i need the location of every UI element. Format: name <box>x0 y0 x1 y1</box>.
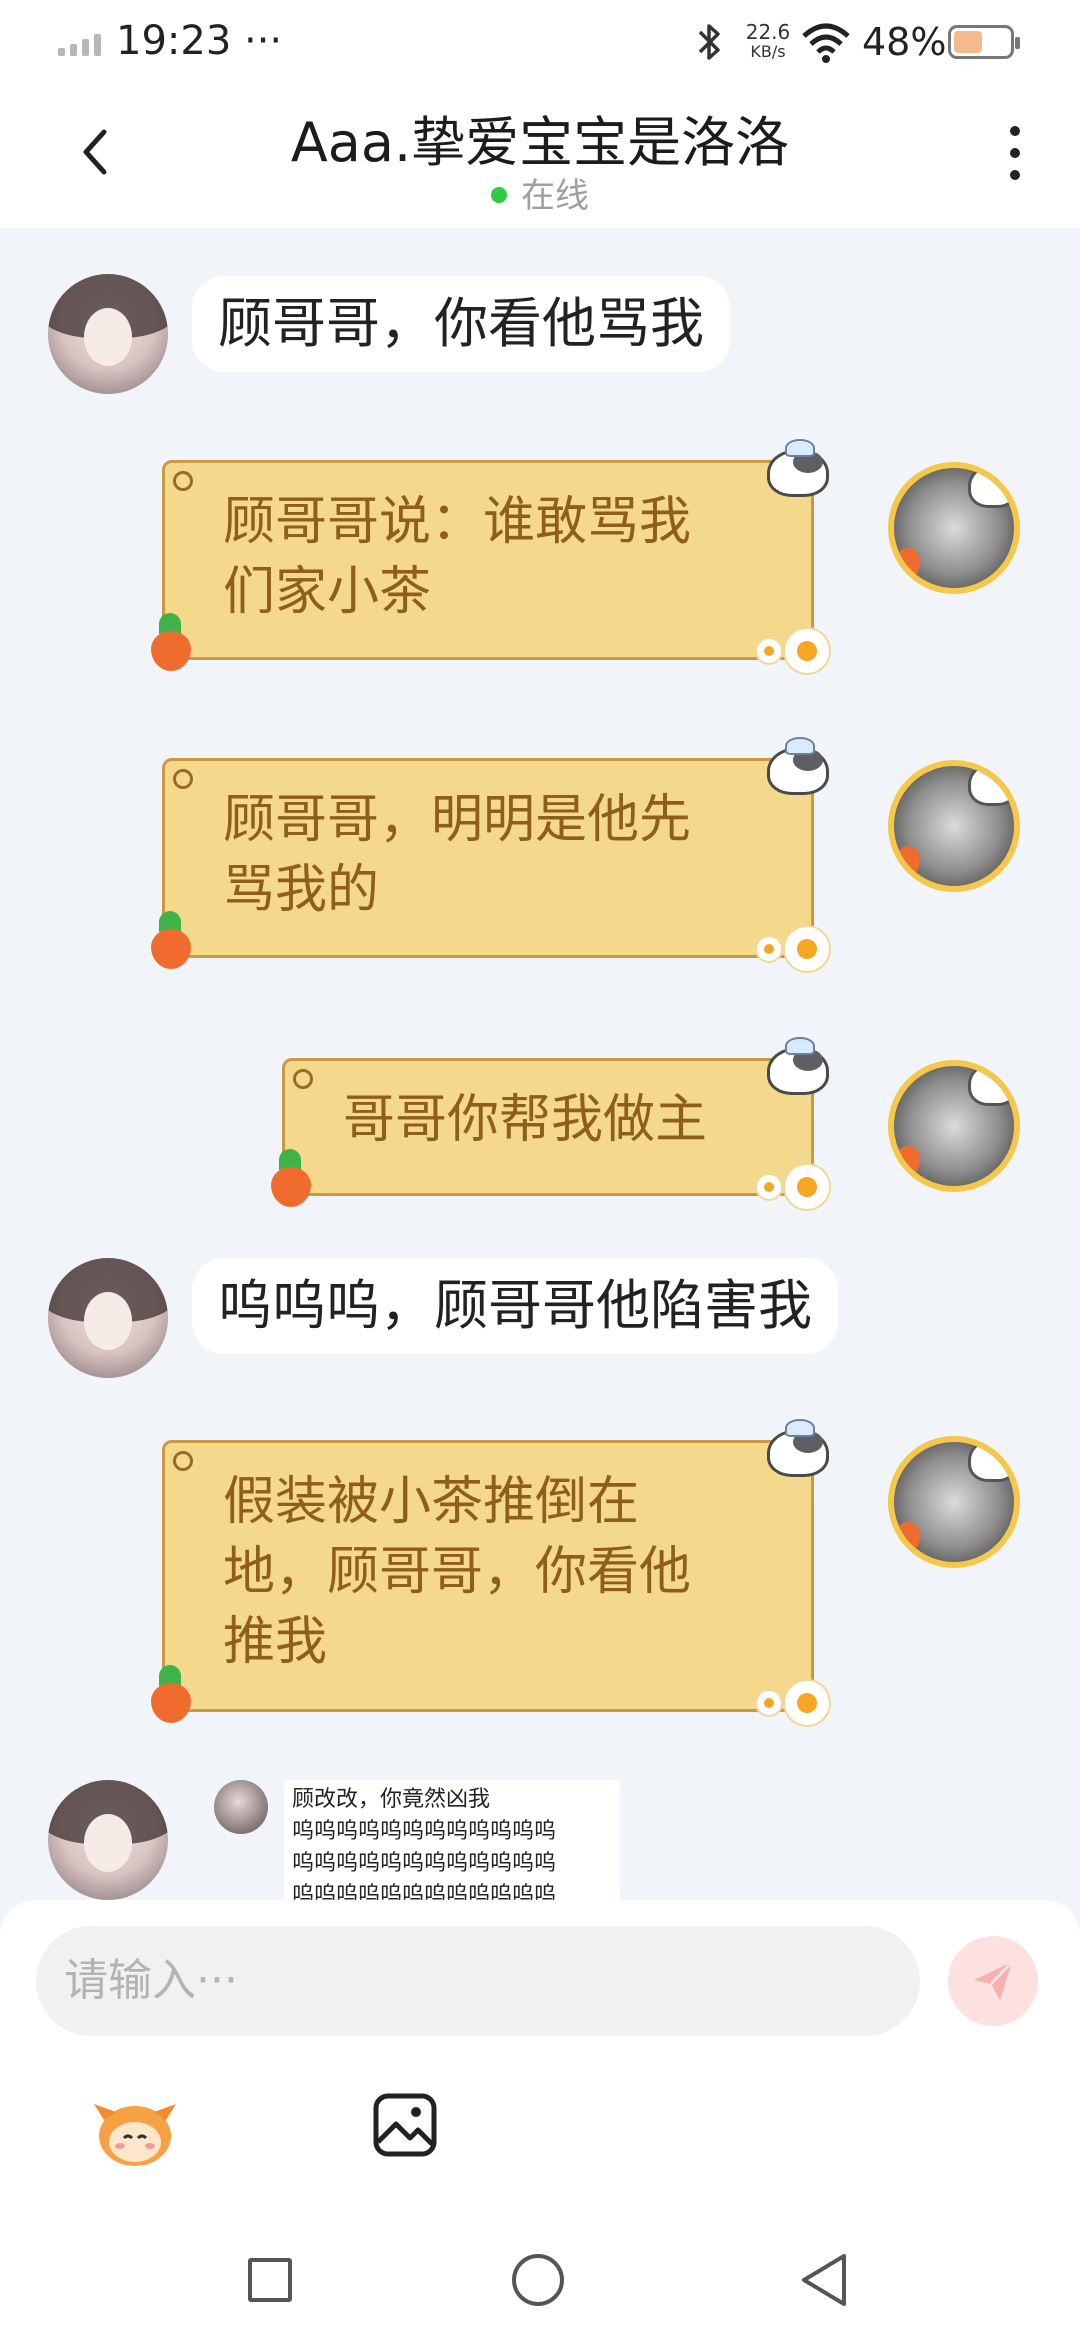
carrot-sticker-icon <box>149 613 193 671</box>
square-icon[interactable] <box>248 2258 292 2302</box>
signal-icon <box>58 28 101 56</box>
wifi-icon <box>800 22 852 68</box>
message-bubble[interactable]: 哥哥你帮我做主 <box>271 1037 829 1209</box>
message-bubble[interactable]: 顾哥哥，明明是他先 骂我的 <box>151 737 829 971</box>
egg-sticker-icon <box>785 1165 829 1209</box>
cat-sticker-icon <box>763 1037 833 1097</box>
message-bubble[interactable]: 呜呜呜，顾哥哥他陷害我 <box>192 1258 838 1354</box>
image-content: 顾改改，你竟然凶我 呜呜呜呜呜呜呜呜呜呜呜呜 呜呜呜呜呜呜呜呜呜呜呜呜 呜呜呜呜… <box>284 1780 620 1908</box>
avatar-self[interactable] <box>888 760 1020 892</box>
message-bubble[interactable]: 假装被小茶推倒在 地，顾哥哥，你看他 推我 <box>151 1419 829 1725</box>
avatar-contact[interactable] <box>48 1258 168 1378</box>
avatar-self[interactable] <box>888 1060 1020 1192</box>
online-status: 在线 <box>0 168 1080 217</box>
more-vertical-icon <box>1010 126 1020 136</box>
more-button[interactable] <box>1000 126 1030 192</box>
egg-sticker-icon <box>785 1681 829 1725</box>
carrot-sticker-icon <box>269 1149 313 1207</box>
carrot-sticker-icon <box>149 911 193 969</box>
avatar-contact[interactable] <box>48 274 168 394</box>
cat-sticker-icon <box>763 439 833 499</box>
avatar-self[interactable] <box>888 1436 1020 1568</box>
image-message[interactable]: 顾改改，你竟然凶我 呜呜呜呜呜呜呜呜呜呜呜呜 呜呜呜呜呜呜呜呜呜呜呜呜 呜呜呜呜… <box>214 1780 620 1908</box>
avatar-self[interactable] <box>888 462 1020 594</box>
sticker-face-icon <box>94 2104 176 2166</box>
carrot-sticker-icon <box>149 1665 193 1723</box>
cat-sticker-icon <box>763 1419 833 1479</box>
paper-plane-icon <box>974 1960 1014 2000</box>
circle-icon[interactable] <box>512 2254 564 2306</box>
avatar-contact[interactable] <box>48 1780 168 1900</box>
message-bubble[interactable]: 顾哥哥说：谁敢骂我 们家小茶 <box>151 439 829 673</box>
image-avatar <box>214 1780 268 1834</box>
egg-sticker-icon <box>785 927 829 971</box>
cat-sticker-icon <box>763 737 833 797</box>
online-dot-icon <box>491 187 507 203</box>
message-bubble[interactable]: 顾哥哥，你看他骂我 <box>192 276 730 372</box>
sticker-button[interactable] <box>90 2090 180 2170</box>
pin-icon <box>173 769 193 789</box>
network-speed: 22.6 KB/s <box>745 20 791 61</box>
send-button[interactable] <box>948 1936 1038 2026</box>
egg-sticker-icon <box>785 629 829 673</box>
message-list[interactable]: 顾哥哥，你看他骂我 顾哥哥说：谁敢骂我 们家小茶 顾哥哥，明明是他先 骂我的 哥… <box>0 228 1080 1908</box>
pin-icon <box>293 1069 313 1089</box>
battery-icon <box>948 25 1020 59</box>
pin-icon <box>173 1451 193 1471</box>
battery-percent: 48% <box>862 20 947 64</box>
pin-icon <box>173 471 193 491</box>
triangle-back-icon[interactable] <box>798 2250 850 2310</box>
chat-title: Aaa.挚爱宝宝是洛洛 <box>290 111 790 174</box>
image-icon <box>373 2093 437 2157</box>
image-button[interactable] <box>370 2090 440 2160</box>
status-time: 19:23 ··· <box>116 18 283 64</box>
message-input[interactable]: 请输入··· <box>36 1926 920 2036</box>
bluetooth-icon <box>692 20 726 68</box>
chat-header: Aaa.挚爱宝宝是洛洛 在线 <box>0 90 1080 228</box>
status-bar: 19:23 ··· 22.6 KB/s 48% <box>0 0 1080 90</box>
